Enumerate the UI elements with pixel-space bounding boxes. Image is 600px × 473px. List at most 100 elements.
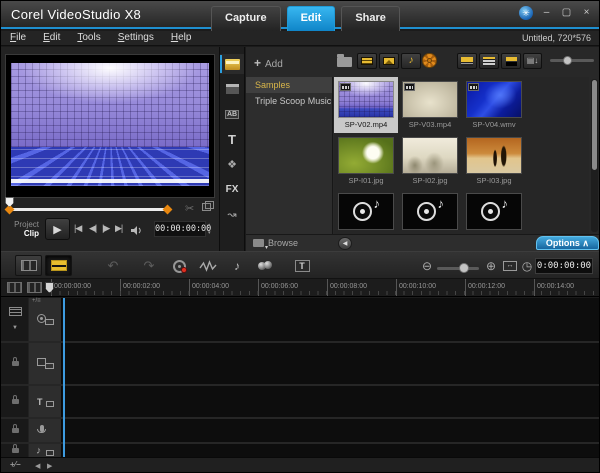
corel-guide-icon[interactable]: ✳ (519, 6, 533, 20)
play-button[interactable]: ▶ (45, 218, 70, 240)
track-lock-icon[interactable] (12, 428, 19, 433)
filter-photo-button[interactable] (379, 53, 399, 69)
show-all-tracks-icon[interactable] (7, 282, 22, 293)
menu-settings[interactable]: Settings (118, 32, 154, 43)
collapse-library-button[interactable]: ◀ (338, 237, 352, 250)
end-button[interactable]: ▶| (115, 223, 122, 234)
voice-track-header[interactable] (29, 419, 62, 442)
overlay-track-content[interactable] (62, 343, 599, 384)
library-item[interactable]: SP-I01.jpg (334, 133, 398, 189)
mode-clip-label[interactable]: Clip (7, 229, 39, 238)
undo-button[interactable]: ↶ (101, 257, 125, 275)
overlay-track-header[interactable] (29, 343, 62, 384)
minimize-button[interactable]: – (540, 6, 553, 20)
home-button[interactable]: |◀ (74, 223, 81, 234)
add-folder-button[interactable]: +Add (254, 56, 283, 70)
timecode-spinner[interactable]: ▴▾ (208, 221, 211, 237)
track-lock-icon[interactable] (12, 361, 19, 366)
library-item[interactable]: ♪ SP-M03.mpa (462, 189, 526, 234)
timeline-timecode[interactable]: 0:00:00:00 (535, 258, 593, 274)
timeline-ruler[interactable]: 00:00:00:0000:00:02:0000:00:04:0000:00:0… (1, 279, 599, 297)
title-track-header[interactable]: T (29, 386, 62, 417)
timeline-zoom-slider[interactable] (437, 267, 479, 270)
slider-thumb[interactable] (563, 56, 572, 65)
library-item[interactable]: SP-V02.mp4 (334, 77, 398, 133)
voice-track-content[interactable] (62, 419, 599, 442)
view-large-button[interactable] (457, 53, 477, 69)
mode-project-label[interactable]: Project (7, 220, 39, 229)
tab-share[interactable]: Share (341, 6, 400, 31)
mute-icon[interactable] (130, 223, 143, 241)
media-wheel-icon[interactable] (422, 53, 437, 68)
sort-button[interactable]: ▤↓ (523, 53, 542, 69)
library-item[interactable]: SP-V04.wmv (462, 77, 526, 133)
library-scrollbar[interactable] (591, 79, 598, 232)
record-capture-button[interactable] (167, 257, 191, 275)
auto-music-button[interactable]: ♪ (225, 257, 249, 275)
redo-button[interactable]: ↷ (137, 257, 161, 275)
panel-transition[interactable]: AB (220, 104, 244, 124)
video-track-content[interactable] (62, 298, 599, 341)
video-track-header[interactable] (29, 298, 62, 341)
panel-title[interactable]: T (220, 129, 244, 149)
storyboard-view-button[interactable] (15, 255, 42, 276)
view-list-button[interactable] (479, 53, 499, 69)
thumbnail-size-slider[interactable] (550, 59, 594, 62)
pan-zoom-tool-icon[interactable]: +⁄− (10, 460, 21, 469)
library-folder[interactable]: Triple Scoop Music (246, 93, 332, 109)
scrub-track[interactable] (10, 208, 168, 211)
filter-video-button[interactable] (357, 53, 377, 69)
panel-instant-project[interactable] (220, 79, 244, 99)
split-clip-button[interactable]: ✂ (185, 202, 194, 215)
track-lock-icon[interactable] (12, 448, 19, 453)
track-manager-icon[interactable] (9, 307, 22, 316)
options-button[interactable]: Options ∧ (536, 236, 599, 250)
motion-tracking-button[interactable] (253, 257, 277, 275)
library-item[interactable]: SP-V03.mp4 (398, 77, 462, 133)
trim-end-handle[interactable] (163, 205, 173, 215)
sound-mixer-button[interactable] (196, 257, 220, 275)
track-view-icon[interactable] (27, 282, 42, 293)
menu-help[interactable]: Help (171, 32, 192, 43)
panel-filter[interactable]: FX (220, 179, 244, 199)
close-button[interactable]: × (580, 6, 593, 20)
scrollbar-thumb[interactable] (592, 80, 597, 170)
scroll-right-button[interactable]: ▶ (47, 462, 52, 470)
browse-button[interactable]: Browse (253, 238, 298, 248)
previous-frame-button[interactable]: ◀| (89, 223, 96, 234)
subtitle-editor-button[interactable]: T (290, 257, 314, 275)
library-item[interactable]: SP-I02.jpg (398, 133, 462, 189)
track-tools-label[interactable]: +/≡ (32, 298, 41, 304)
preview-timecode[interactable]: 00:00:00:00 (154, 221, 206, 237)
filter-audio-button[interactable]: ♪ (401, 53, 421, 69)
collapse-tracks-icon[interactable]: ▼ (12, 325, 18, 331)
scrub-playhead-handle[interactable] (5, 197, 14, 207)
import-media-icon[interactable] (337, 57, 352, 67)
panel-media[interactable] (220, 54, 244, 74)
track-lock-icon[interactable] (12, 399, 19, 404)
scroll-left-button[interactable]: ◀ (35, 462, 40, 470)
library-folder[interactable]: Samples (246, 77, 332, 93)
tab-capture[interactable]: Capture (211, 6, 281, 31)
record-capture-icon (173, 260, 186, 273)
next-frame-button[interactable]: |▶ (102, 223, 109, 234)
maximize-button[interactable]: ▢ (560, 6, 573, 20)
menu-tools[interactable]: Tools (77, 32, 100, 43)
zoom-slider-thumb[interactable] (459, 263, 469, 273)
panel-graphic[interactable]: ❖ (220, 154, 244, 174)
menu-file[interactable]: File (10, 32, 26, 43)
music-track-content[interactable] (62, 444, 599, 458)
zoom-out-button[interactable]: ⊖ (415, 257, 439, 275)
panel-motion[interactable]: ↝ (220, 204, 244, 224)
library-item[interactable]: ♪ SP-M01.mpa (334, 189, 398, 234)
enlarge-preview-button[interactable] (202, 203, 211, 211)
library-item[interactable]: ♪ SP-M02.mpa (398, 189, 462, 234)
timeline-view-button[interactable] (45, 255, 72, 276)
title-track-content[interactable] (62, 386, 599, 417)
library-item[interactable]: SP-I03.jpg (462, 133, 526, 189)
music-track-header[interactable]: ♪ (29, 444, 62, 458)
voice-track-rail (1, 419, 29, 442)
tab-edit[interactable]: Edit (287, 6, 336, 31)
menu-edit[interactable]: Edit (43, 32, 60, 43)
view-thumbnail-button[interactable] (501, 53, 521, 69)
